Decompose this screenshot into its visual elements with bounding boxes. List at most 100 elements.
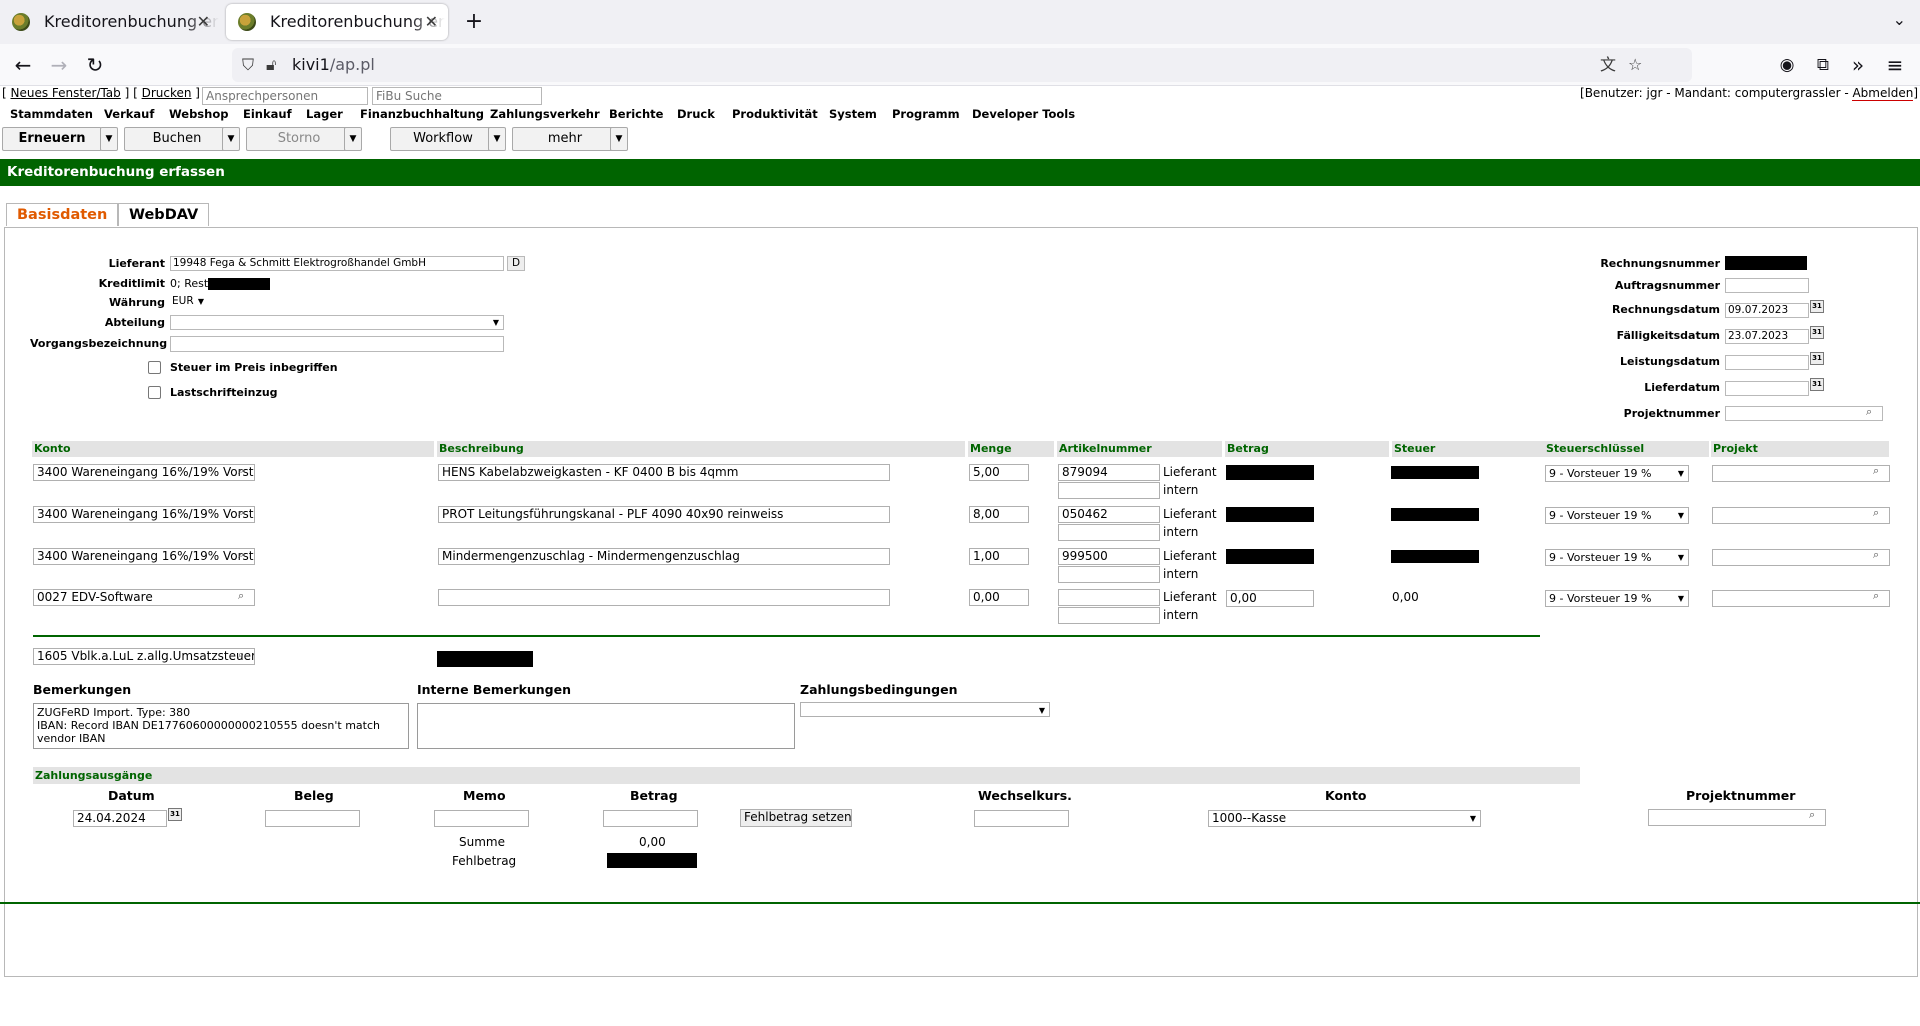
url-bar[interactable]: ⛉ 🔓︎ kivi1/ap.pl 文 ☆: [232, 48, 1692, 82]
menu-item-verkauf[interactable]: Verkauf: [104, 107, 154, 121]
vendor-input[interactable]: 19948 Fega & Schmitt Elektrogroßhandel G…: [170, 256, 504, 271]
direct-debit-checkbox[interactable]: [148, 386, 161, 399]
lock-icon[interactable]: 🔓︎: [266, 48, 276, 82]
ordnumber-input[interactable]: [1725, 278, 1809, 293]
bookmark-star-icon[interactable]: ☆: [1628, 48, 1642, 82]
book-button[interactable]: Buchen: [124, 127, 230, 151]
ap-account-input[interactable]: 1605 Vblk.a.LuL z.allg.Umsatzsteuer: [33, 648, 255, 665]
payment-terms-select[interactable]: ▼: [800, 702, 1050, 717]
article-number-input[interactable]: 050462: [1058, 506, 1160, 523]
browser-tab-active[interactable]: Kreditorenbuchung erfassen ✕: [226, 4, 448, 40]
tax-key-select[interactable]: 9 - Vorsteuer 19 % ▼: [1545, 507, 1689, 524]
workflow-button[interactable]: Workflow: [390, 127, 496, 151]
search-icon[interactable]: ⌕: [238, 648, 244, 662]
storno-dropdown-icon[interactable]: ▼: [344, 127, 362, 151]
payment-account-select[interactable]: 1000--Kasse ▼: [1208, 810, 1481, 827]
tax-included-checkbox[interactable]: [148, 361, 161, 374]
tax-key-select[interactable]: 9 - Vorsteuer 19 % ▼: [1545, 590, 1689, 607]
transdate-input[interactable]: 09.07.2023: [1725, 303, 1809, 318]
article-number-input[interactable]: 999500: [1058, 548, 1160, 565]
search-icon[interactable]: ⌕: [1873, 464, 1879, 478]
search-icon[interactable]: ⌕: [1873, 506, 1879, 520]
search-icon[interactable]: ⌕: [1873, 548, 1879, 562]
account-input[interactable]: 3400 Wareneingang 16%/19% Vorsteuer: [33, 548, 255, 565]
account-input[interactable]: 3400 Wareneingang 16%/19% Vorsteuer: [33, 464, 255, 481]
menu-item-lager[interactable]: Lager: [306, 107, 343, 121]
calendar-icon[interactable]: 31: [1810, 300, 1824, 313]
tax-key-select[interactable]: 9 - Vorsteuer 19 % ▼: [1545, 465, 1689, 482]
quantity-input[interactable]: 8,00: [969, 506, 1029, 523]
more-dropdown-icon[interactable]: ▼: [610, 127, 628, 151]
search-icon[interactable]: ⌕: [238, 506, 244, 520]
more-button[interactable]: mehr: [512, 127, 618, 151]
project-input[interactable]: [1725, 406, 1883, 421]
calendar-icon[interactable]: 31: [1810, 352, 1824, 365]
project-input[interactable]: [1712, 507, 1890, 524]
deliverydate-input[interactable]: [1725, 381, 1809, 396]
menu-item-stammdaten[interactable]: Stammdaten: [10, 107, 93, 121]
description-input[interactable]: HENS Kabelabzweigkasten - KF 0400 B bis …: [438, 464, 890, 481]
intern-article-input[interactable]: [1058, 566, 1160, 583]
close-icon[interactable]: ✕: [197, 4, 210, 40]
quantity-input[interactable]: 1,00: [969, 548, 1029, 565]
new-window-link[interactable]: Neues Fenster/Tab: [11, 86, 121, 100]
logout-link[interactable]: Abmelden: [1852, 86, 1914, 101]
forward-icon[interactable]: →: [44, 50, 74, 80]
fibu-search-input[interactable]: [372, 87, 542, 105]
vendor-details-button[interactable]: D: [507, 256, 525, 271]
payment-date-input[interactable]: 24.04.2024: [73, 810, 167, 827]
calendar-icon[interactable]: 31: [1810, 378, 1824, 391]
contacts-search-input[interactable]: [202, 87, 368, 105]
menu-item-druck[interactable]: Druck: [677, 107, 715, 121]
article-number-input[interactable]: [1058, 589, 1160, 606]
menu-item-system[interactable]: System: [829, 107, 877, 121]
payment-memo-input[interactable]: [434, 810, 529, 827]
menu-item-developer-tools[interactable]: Developer Tools: [972, 107, 1075, 121]
payment-exchangerate-input[interactable]: [974, 810, 1069, 827]
menu-item-zahlungsverkehr[interactable]: Zahlungsverkehr: [490, 107, 600, 121]
extensions-icon[interactable]: ⧉: [1808, 50, 1838, 80]
department-select[interactable]: ▼: [170, 315, 504, 330]
search-icon[interactable]: ⌕: [238, 464, 244, 478]
taxdate-input[interactable]: [1725, 355, 1809, 370]
amount-input[interactable]: [1226, 549, 1314, 564]
back-icon[interactable]: ←: [8, 50, 38, 80]
reload-icon[interactable]: ↻: [80, 50, 110, 80]
book-dropdown-icon[interactable]: ▼: [222, 127, 240, 151]
amount-input[interactable]: [1226, 465, 1314, 480]
calendar-icon[interactable]: 31: [168, 808, 182, 821]
intern-article-input[interactable]: [1058, 482, 1160, 499]
menu-item-webshop[interactable]: Webshop: [169, 107, 228, 121]
search-icon[interactable]: ⌕: [1866, 405, 1872, 419]
currency-select[interactable]: EUR ▼: [170, 295, 208, 310]
intern-article-input[interactable]: [1058, 524, 1160, 541]
account-input[interactable]: 0027 EDV-Software: [33, 589, 255, 606]
menu-item-programm[interactable]: Programm: [892, 107, 960, 121]
article-number-input[interactable]: 879094: [1058, 464, 1160, 481]
menu-item-berichte[interactable]: Berichte: [609, 107, 663, 121]
shield-icon[interactable]: ⛉: [242, 48, 254, 82]
amount-input[interactable]: 0,00: [1226, 590, 1314, 607]
search-icon[interactable]: ⌕: [1873, 589, 1879, 603]
tab-basisdaten[interactable]: Basisdaten: [6, 203, 119, 226]
calendar-icon[interactable]: 31: [1810, 326, 1824, 339]
payment-source-input[interactable]: [265, 810, 360, 827]
search-icon[interactable]: ⌕: [238, 548, 244, 562]
transaction-description-input[interactable]: [170, 336, 504, 352]
description-input[interactable]: [438, 589, 890, 606]
chevron-down-icon[interactable]: ⌄: [1893, 10, 1906, 29]
amount-input[interactable]: [1226, 507, 1314, 522]
account-icon[interactable]: ◉: [1772, 50, 1802, 80]
project-input[interactable]: [1712, 465, 1890, 482]
menu-item-einkauf[interactable]: Einkauf: [243, 107, 292, 121]
payment-amount-input[interactable]: [603, 810, 698, 827]
menu-item-produktivitaet[interactable]: Produktivität: [732, 107, 818, 121]
menu-icon[interactable]: ≡: [1880, 50, 1910, 80]
notes-textarea[interactable]: ZUGFeRD Import. Type: 380 IBAN: Record I…: [33, 703, 409, 749]
browser-tab[interactable]: Kreditorenbuchung erfassen ✕: [0, 4, 220, 40]
print-link[interactable]: Drucken: [142, 86, 192, 100]
close-icon[interactable]: ✕: [425, 4, 438, 40]
quantity-input[interactable]: 0,00: [969, 589, 1029, 606]
payment-project-input[interactable]: [1648, 809, 1826, 826]
internal-notes-textarea[interactable]: [417, 703, 795, 749]
